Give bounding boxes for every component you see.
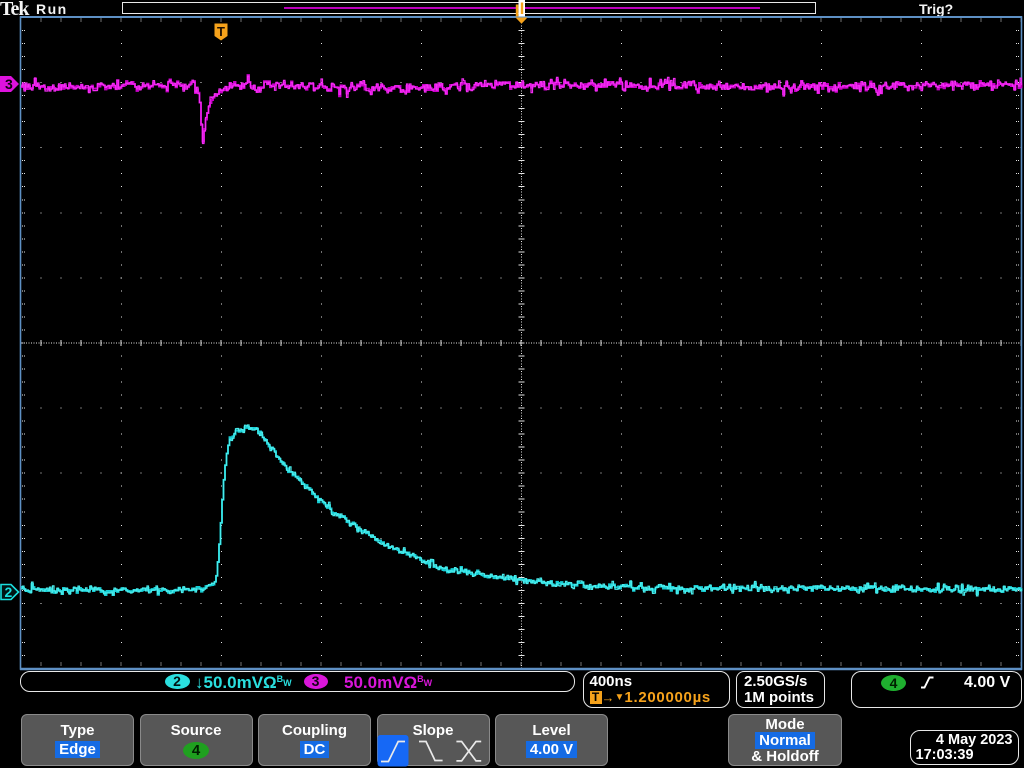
svg-text:3: 3 <box>5 76 13 92</box>
svg-text:T: T <box>217 24 225 39</box>
svg-text:2: 2 <box>5 584 13 600</box>
